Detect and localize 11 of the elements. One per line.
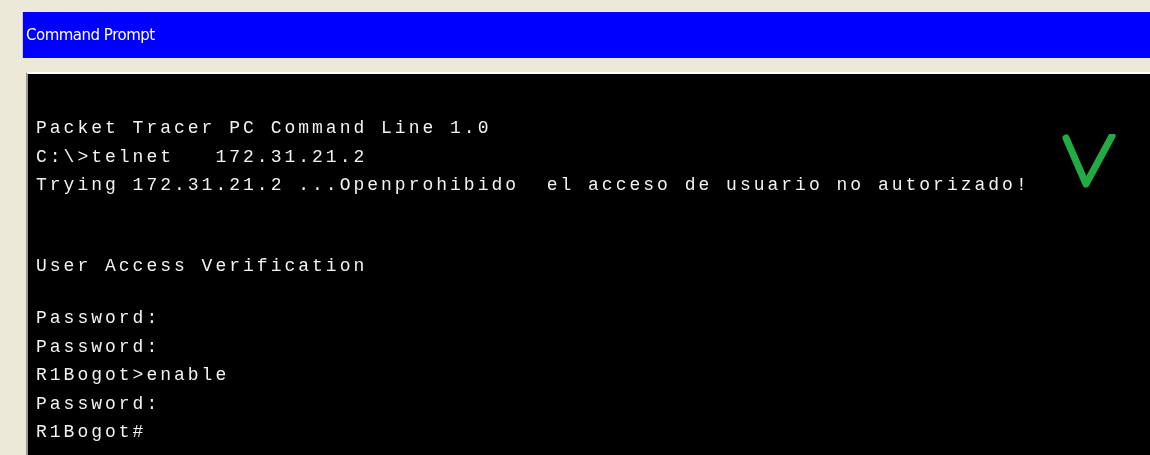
terminal-line: Packet Tracer PC Command Line 1.0: [36, 117, 492, 140]
terminal-line: Password:: [36, 335, 161, 359]
terminal-line: Trying 172.31.21.2 ...Openprohibido el acceso de usuario no autorizado!: [36, 174, 1030, 197]
terminal-line: C:\>telnet 172.31.21.2: [36, 145, 368, 169]
terminal-line: R1Bogot#: [36, 421, 147, 444]
check-mark-icon: [1062, 134, 1118, 190]
terminal-line: Password:: [36, 392, 161, 416]
terminal-line: Password:: [36, 307, 161, 330]
terminal-line: User Access Verification: [36, 254, 368, 278]
window-title: Command Prompt: [26, 26, 155, 44]
terminal-line: R1Bogot>enable: [36, 364, 230, 387]
